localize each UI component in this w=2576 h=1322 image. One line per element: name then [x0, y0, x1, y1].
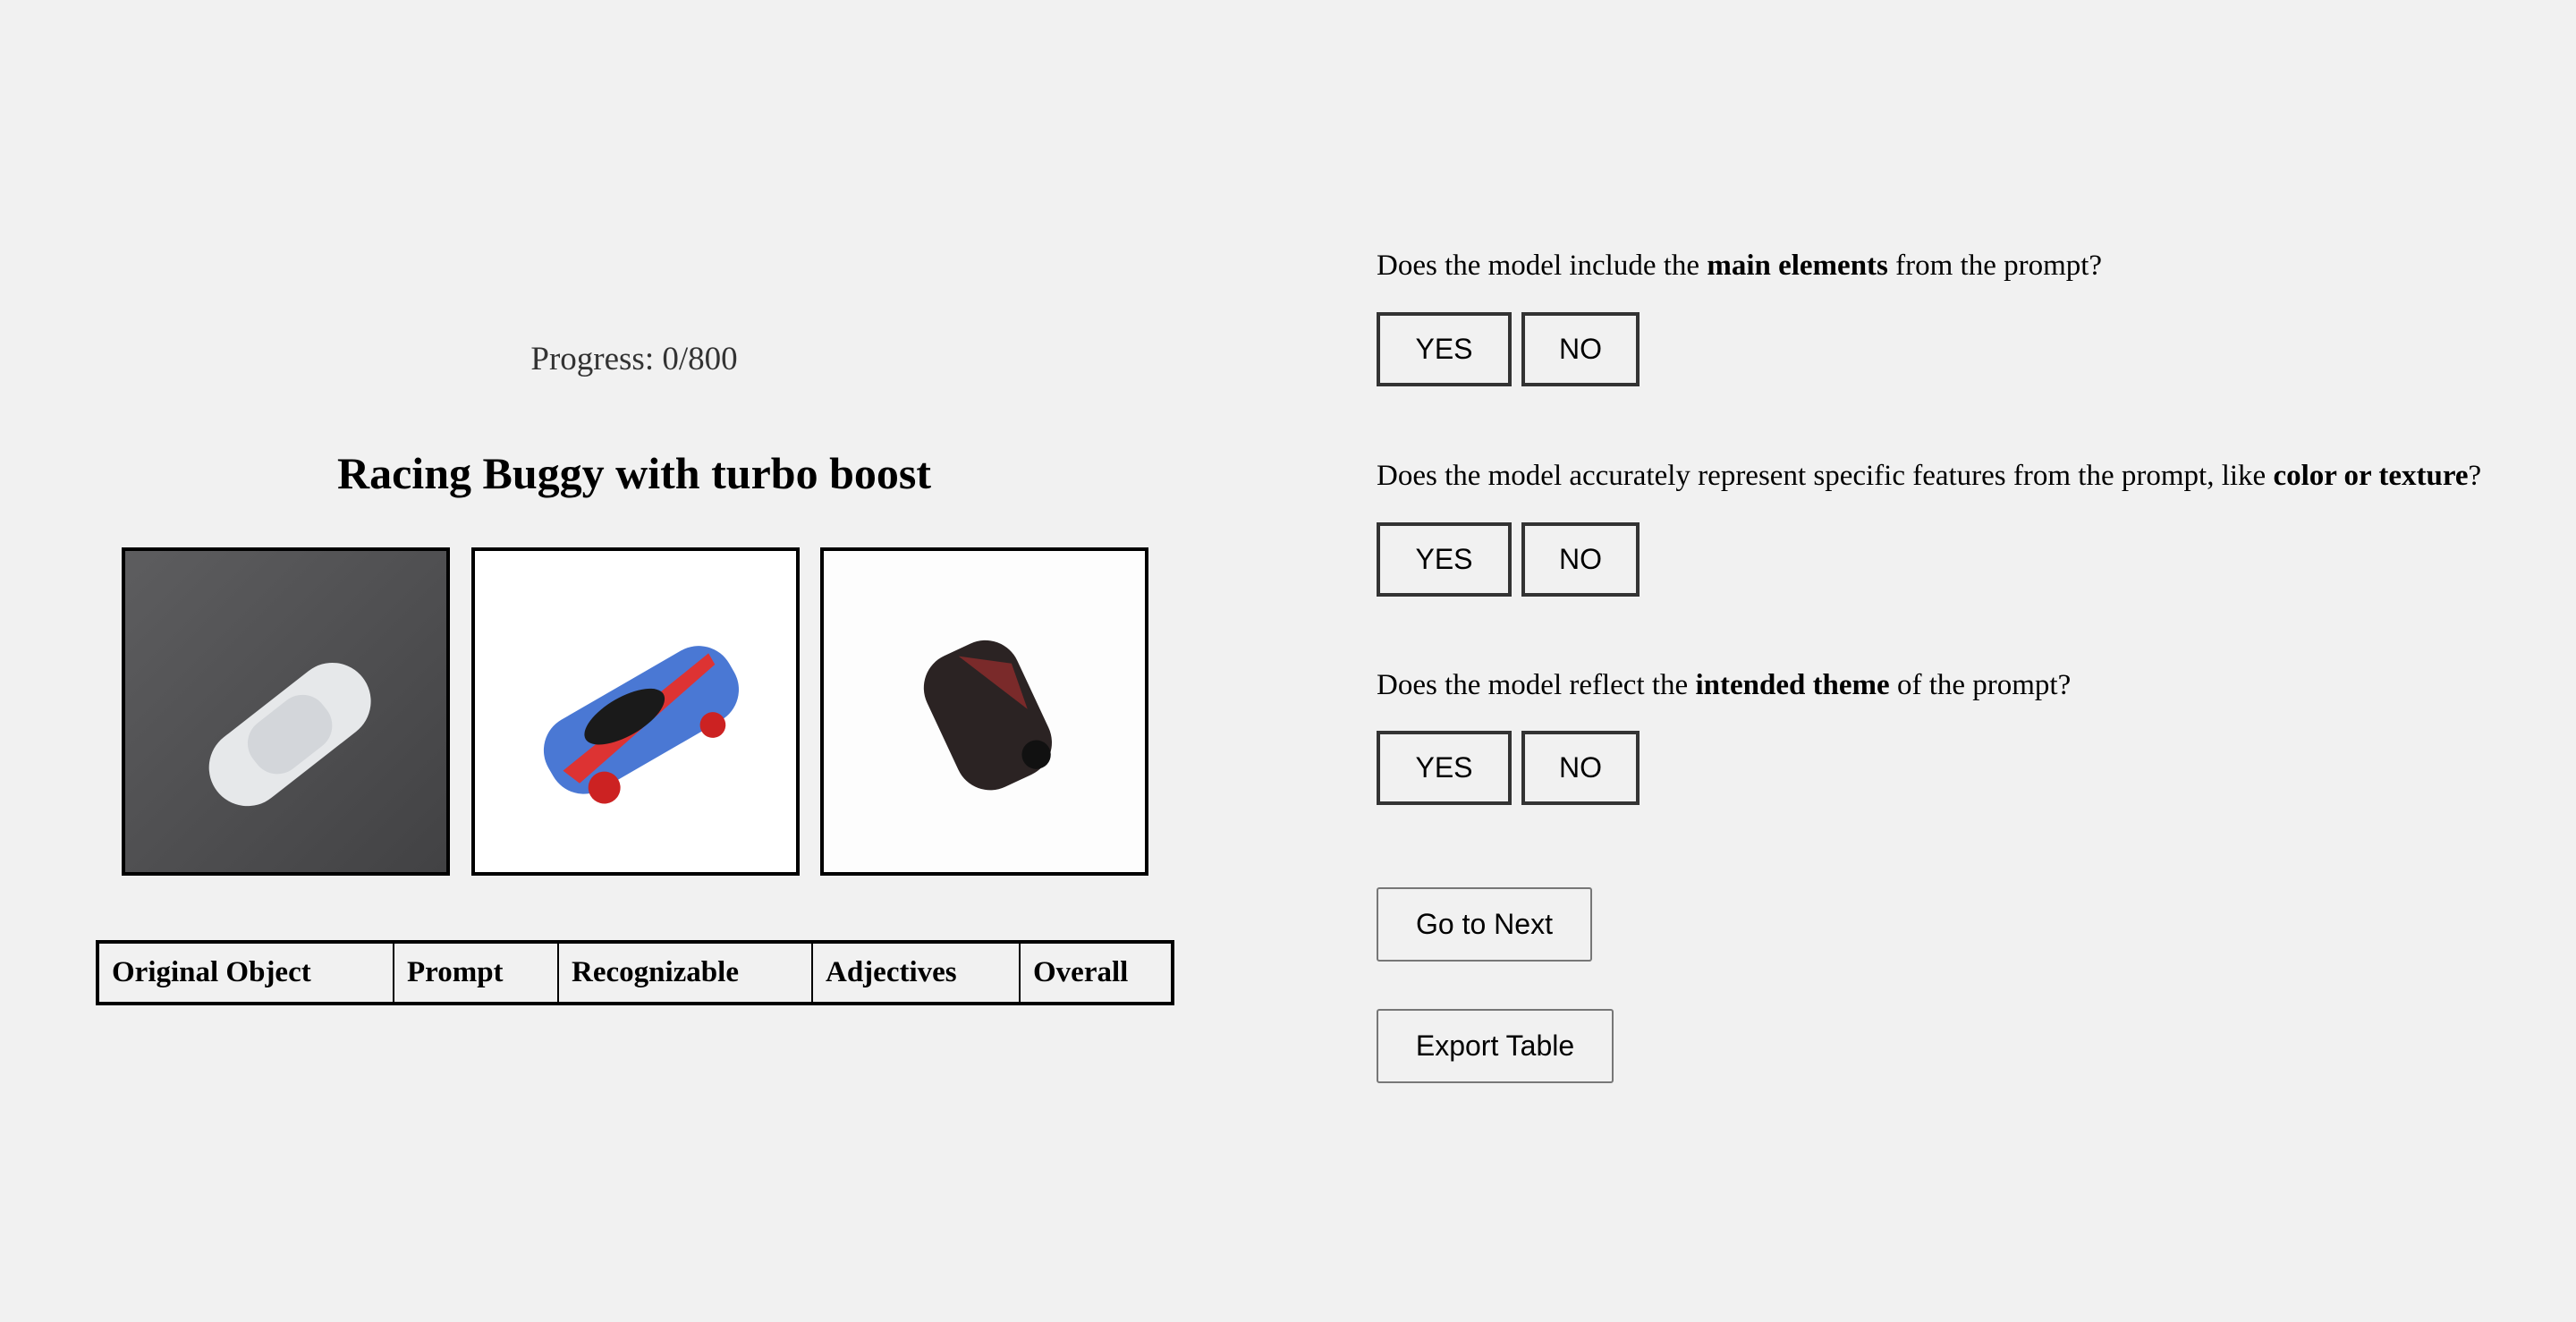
question-emphasis: main elements	[1707, 250, 1888, 282]
question-text: of the prompt?	[1889, 669, 2072, 701]
progress-text: Progress: 0/800	[530, 341, 738, 377]
question-text: from the prompt?	[1887, 250, 2103, 282]
white-car-render-icon	[125, 551, 446, 872]
question-text: Does the model accurately represent spec…	[1377, 460, 2274, 492]
go-to-next-button[interactable]: Go to Next	[1377, 887, 1592, 962]
question-text: Does the model reflect the	[1377, 669, 1696, 701]
column-header-overall: Overall	[1019, 941, 1174, 1004]
dark-car-blob-icon	[824, 551, 1145, 872]
color-texture-no-button[interactable]: NO	[1521, 522, 1640, 597]
column-header-adjectives: Adjectives	[811, 941, 1021, 1004]
question-color-texture: Does the model accurately represent spec…	[1377, 460, 2481, 493]
column-header-prompt: Prompt	[393, 941, 559, 1004]
prompt-title: Racing Buggy with turbo boost	[337, 448, 931, 498]
question-emphasis: color or texture	[2273, 460, 2469, 492]
question-main-elements: Does the model include the main elements…	[1377, 250, 2102, 283]
color-texture-yes-button[interactable]: YES	[1377, 522, 1512, 597]
column-header-recognizable: Recognizable	[557, 941, 813, 1004]
intended-theme-no-button[interactable]: NO	[1521, 731, 1640, 805]
question-text: ?	[2468, 460, 2482, 492]
generated-model-image-2	[820, 547, 1148, 876]
results-table: Original Object Prompt Recognizable Adje…	[96, 940, 1174, 1005]
column-header-original-object: Original Object	[97, 941, 394, 1004]
question-text: Does the model include the	[1377, 250, 1707, 282]
blue-racing-car-icon	[543, 646, 739, 804]
main-elements-no-button[interactable]: NO	[1521, 312, 1640, 386]
intended-theme-yes-button[interactable]: YES	[1377, 731, 1512, 805]
generated-model-image-1	[471, 547, 800, 876]
original-object-image	[122, 547, 450, 876]
question-intended-theme: Does the model reflect the intended them…	[1377, 669, 2071, 702]
main-elements-yes-button[interactable]: YES	[1377, 312, 1512, 386]
question-emphasis: intended theme	[1695, 669, 1890, 701]
export-table-button[interactable]: Export Table	[1377, 1009, 1614, 1083]
